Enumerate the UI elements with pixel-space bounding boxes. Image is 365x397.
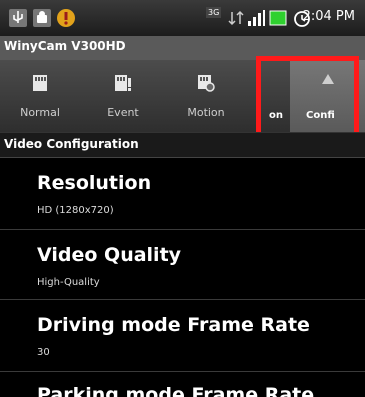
tab-normal[interactable]: Normal	[5, 60, 75, 132]
setting-resolution[interactable]: Resolution HD (1280x720)	[0, 157, 365, 230]
status-bar: 3G 2:04 PM	[0, 0, 365, 36]
setting-title: Resolution	[37, 172, 152, 194]
highlight-box	[256, 56, 359, 142]
setting-title: Video Quality	[37, 244, 182, 266]
tab-event-label: Event	[107, 106, 139, 119]
setting-value: High-Quality	[37, 277, 100, 288]
setting-title: Parking mode Frame Rate	[37, 384, 315, 397]
signal-icon	[248, 10, 265, 26]
battery-icon	[269, 10, 287, 26]
sd-card-alert-icon	[115, 75, 131, 91]
tab-event[interactable]: Event	[88, 60, 158, 132]
setting-value: 30	[37, 347, 50, 358]
android-notification-icon	[33, 9, 51, 27]
tab-motion[interactable]: Motion	[171, 60, 241, 132]
app-title: WinyCam V300HD	[4, 39, 126, 53]
sd-card-icon	[33, 75, 47, 91]
clock: 2:04 PM	[302, 9, 355, 24]
sd-card-gear-icon	[198, 75, 215, 92]
setting-value: HD (1280x720)	[37, 205, 114, 216]
tab-motion-label: Motion	[187, 106, 225, 119]
network-type: 3G	[206, 7, 222, 18]
setting-title: Driving mode Frame Rate	[37, 314, 310, 336]
tab-normal-label: Normal	[20, 106, 60, 119]
setting-video-quality[interactable]: Video Quality High-Quality	[0, 229, 365, 300]
data-arrows-icon	[228, 10, 244, 26]
setting-parking-frame-rate[interactable]: Parking mode Frame Rate	[0, 371, 365, 397]
section-title: Video Configuration	[4, 137, 139, 151]
usb-icon	[9, 9, 27, 27]
section-header: Video Configuration	[0, 132, 365, 158]
setting-driving-frame-rate[interactable]: Driving mode Frame Rate 30	[0, 299, 365, 372]
warning-icon	[57, 9, 75, 27]
